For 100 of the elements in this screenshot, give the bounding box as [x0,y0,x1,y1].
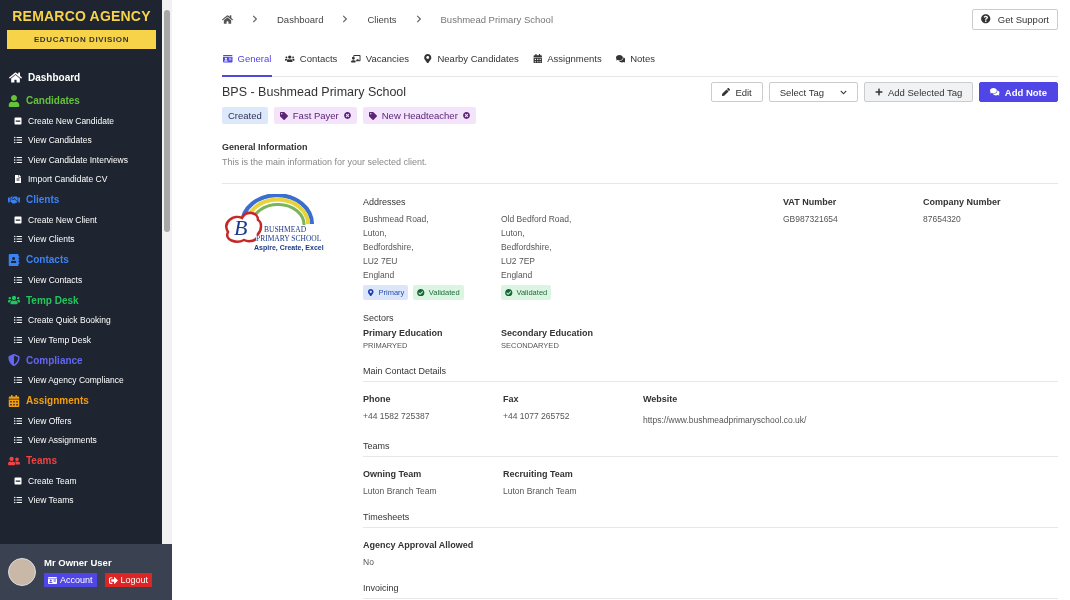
section-icon [8,294,20,306]
breadcrumb-link[interactable]: Dashboard [277,13,324,25]
logo-initial: B [234,216,248,240]
sidebar-item[interactable]: Create Team [14,471,156,491]
section-icon [8,94,20,107]
tab[interactable]: Nearby Candidates [421,53,520,77]
section-heading: Main Contact Details [363,358,1058,382]
sidebar-item[interactable]: Create New Candidate [14,111,156,131]
sidebar-item[interactable]: View Temp Desk [14,330,156,350]
field-value: +44 1582 725387 [363,410,431,423]
chat-icon [990,87,1000,97]
tab[interactable]: Vacancies [350,53,410,77]
section-icon [8,394,20,407]
logout-icon [108,575,118,585]
website-link[interactable]: https://www.bushmeadprimaryschool.co.uk/ [643,415,807,425]
check-icon [505,288,513,297]
field-label: Agency Approval Allowed [363,540,475,550]
home-icon[interactable] [222,13,233,25]
tab-icon [351,53,361,64]
tab-icon [532,53,543,64]
field-label: Sectors [363,313,395,323]
tab-icon [285,53,295,64]
list-icon [14,136,22,145]
tab[interactable]: Contacts [284,53,339,77]
sidebar-section-link[interactable]: Temp Desk [8,289,156,311]
tab-icon [223,53,233,64]
section-icon [8,454,20,467]
field-label: Website [643,394,679,404]
edit-button[interactable]: Edit [711,82,763,102]
check-icon [417,288,425,297]
section-heading: General Information [222,142,309,152]
sidebar-item[interactable]: View Agency Compliance [14,370,156,390]
pin-icon [367,288,375,297]
logout-button[interactable]: Logout [104,573,153,587]
sidebar-item[interactable]: View Contacts [14,270,156,290]
sidebar-item[interactable]: Create Quick Booking [14,310,156,330]
list-icon [14,275,22,284]
tag-chip[interactable]: Fast Payer [273,107,357,124]
remove-icon[interactable] [343,112,351,119]
select-tag-dropdown[interactable]: Select Tag [768,82,858,102]
tag-icon [279,111,288,120]
field-label: Owning Team [363,469,423,479]
list-icon [14,155,22,164]
sidebar-item[interactable]: View Clients [14,229,156,249]
id-card-icon [48,575,57,585]
list-icon [14,436,22,445]
home-icon [9,71,22,84]
field-label: Fax [503,394,520,404]
chevron-icon [414,15,423,23]
section-icon [8,354,20,366]
sidebar-item[interactable]: Create New Client [14,210,156,230]
section-heading: Timesheets [363,504,1058,528]
chevron-icon [341,15,350,23]
sidebar-item[interactable]: View Candidate Interviews [14,150,156,170]
sidebar-home-link[interactable]: Dashboard [9,71,156,84]
address-text: Old Bedford Road, Luton, Bedfordshire, LU2 7EP England [501,213,573,282]
tab-icon [615,53,626,64]
field-value: No [363,556,375,569]
sidebar-section-link[interactable]: Assignments [8,390,156,411]
section-icon [8,193,20,206]
pencil-icon [722,88,731,96]
sidebar-section-link[interactable]: Clients [8,189,156,210]
sidebar-section-link[interactable]: Candidates [8,90,156,111]
add-note-button[interactable]: Add Note [979,82,1058,102]
field-label: VAT Number [783,197,838,207]
list-icon [14,416,22,425]
field-value: Luton Branch Team [503,485,578,498]
chevron-icon [251,15,259,23]
get-support-button[interactable]: Get Support [972,8,1058,30]
field-value: GB987321654 [783,213,839,226]
list-icon [14,335,22,344]
account-button[interactable]: Account [44,573,97,587]
breadcrumb-link[interactable]: Bushmead Primary School [440,13,553,25]
tab[interactable]: General [222,53,273,77]
tag-chip[interactable]: New Headteacher [362,107,476,124]
sector-name: Primary Education [363,328,444,338]
field-label: Company Number [923,197,1002,207]
sidebar-item[interactable]: View Teams [14,490,156,510]
scrollbar[interactable] [162,0,172,544]
sidebar-item[interactable]: View Assignments [14,430,156,450]
sidebar-item[interactable]: View Candidates [14,130,156,150]
sidebar-item[interactable]: View Offers [14,411,156,431]
breadcrumb-link[interactable]: Clients [367,13,397,25]
field-label: Phone [363,394,392,404]
tag-icon [368,111,377,120]
remove-icon[interactable] [462,112,470,119]
add-selected-tag-button[interactable]: Add Selected Tag [863,82,974,102]
caret-icon [839,88,847,96]
division-banner: EDUCATION DIVISION [7,30,156,49]
section-heading: Teams [363,433,1058,457]
tab[interactable]: Assignments [531,53,603,77]
sidebar-section-link[interactable]: Teams [8,450,156,471]
section-heading: Invoicing [363,575,1058,599]
file-icon [14,175,22,184]
field-label: Recruiting Team [503,469,574,479]
brand-name: REMARCO AGENCY [11,7,152,26]
sidebar-section-link[interactable]: Contacts [8,249,156,270]
field-value: +44 1077 265752 [503,410,571,423]
sidebar-item[interactable]: Import Candidate CV [14,169,156,189]
tab[interactable]: Notes [614,53,656,77]
